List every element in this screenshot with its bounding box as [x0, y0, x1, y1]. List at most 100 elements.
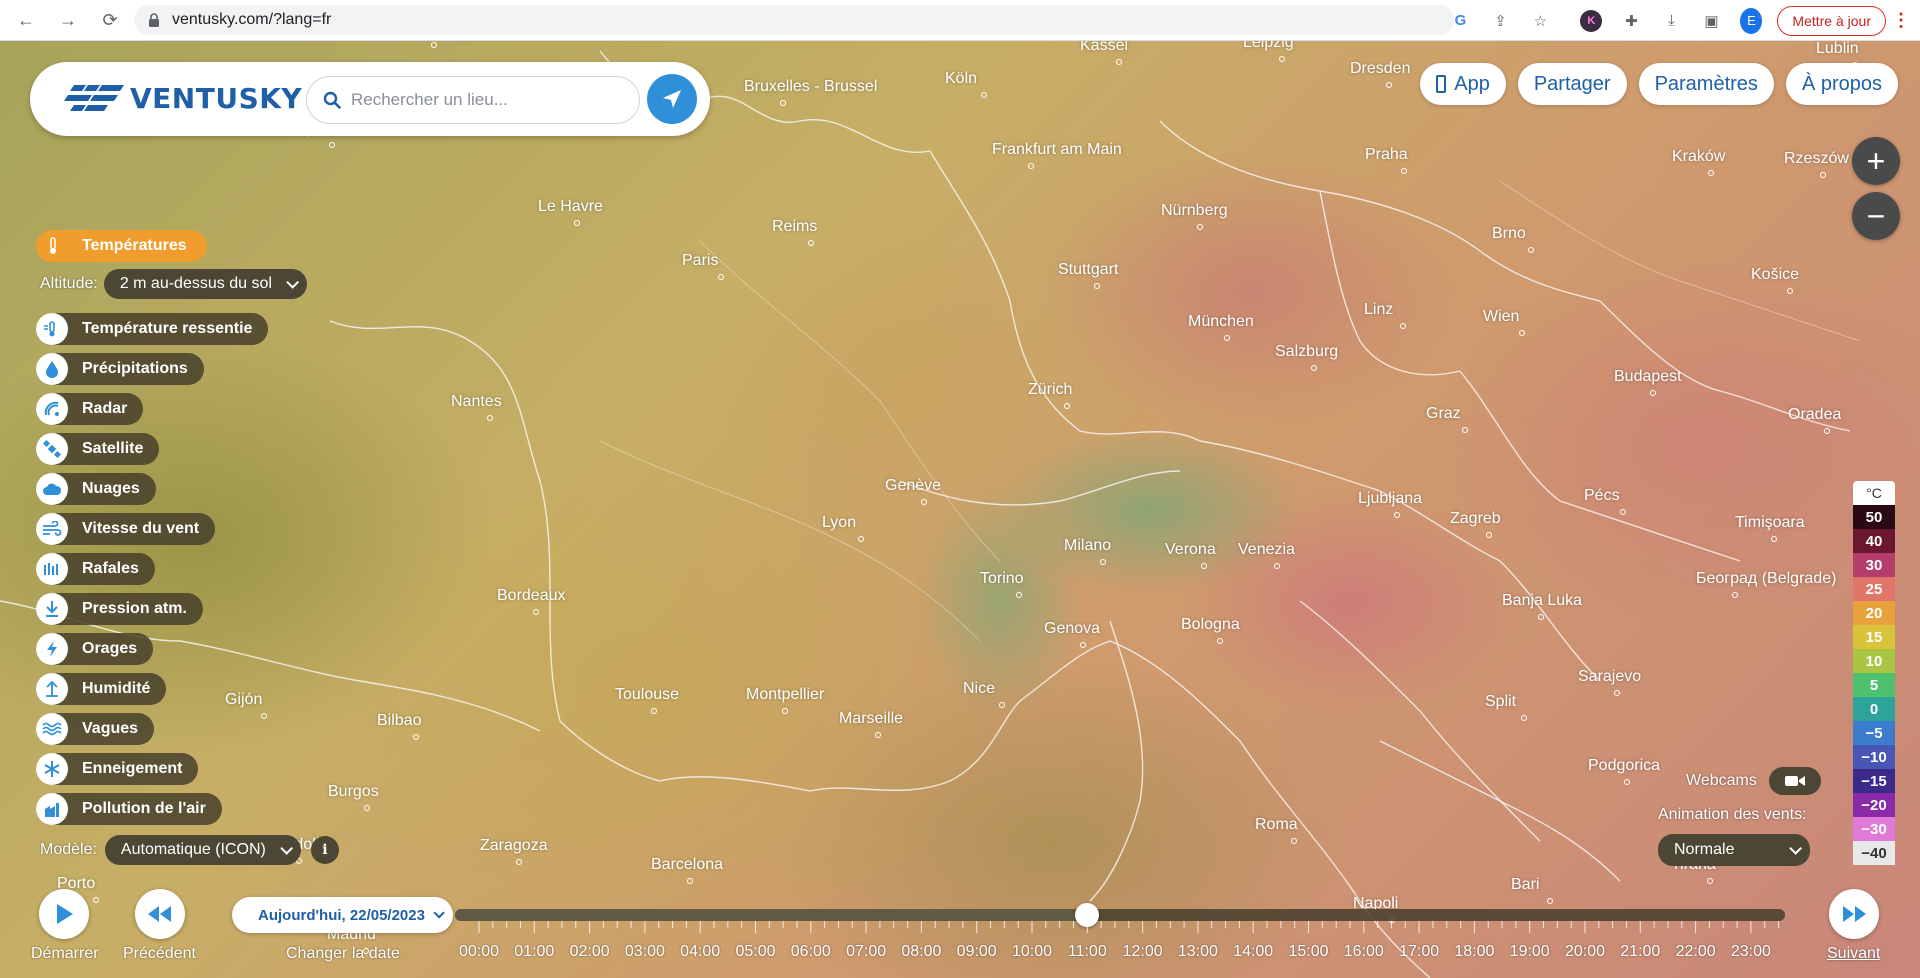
webcams-toggle[interactable]: Webcams — [1686, 767, 1821, 795]
layer-item-snowflake[interactable]: Enneigement — [36, 753, 199, 785]
city-dot — [1824, 428, 1830, 434]
city-dot — [651, 708, 657, 714]
layer-item-cloud[interactable]: Nuages — [36, 473, 156, 505]
timeline-hour-label[interactable]: 23:00 — [1731, 943, 1771, 961]
timeline-hour-label[interactable]: 17:00 — [1399, 943, 1439, 961]
model-info-button[interactable]: i — [310, 836, 339, 864]
timeline-hour-label[interactable]: 03:00 — [625, 943, 665, 961]
altitude-select[interactable]: 2 m au-dessus du sol — [103, 269, 307, 299]
city-dot — [1386, 82, 1392, 88]
layer-item-gust[interactable]: Rafales — [36, 553, 155, 585]
timeline-hour-label[interactable]: 14:00 — [1233, 943, 1273, 961]
city-dot — [1707, 878, 1713, 884]
timeline-ticks — [478, 921, 1780, 933]
timeline-hour-label[interactable]: 02:00 — [570, 943, 610, 961]
city-dot — [858, 536, 864, 542]
layer-item-factory[interactable]: Pollution de l'air — [36, 793, 222, 825]
model-select[interactable]: Automatique (ICON) — [104, 835, 301, 865]
browser-menu-icon[interactable]: ⋮ — [1892, 10, 1910, 31]
timeline-hour-label[interactable]: 05:00 — [735, 943, 775, 961]
extensions-puzzle-icon[interactable]: ✚ — [1620, 10, 1642, 32]
zoom-in-button[interactable]: + — [1852, 137, 1900, 185]
settings-button[interactable]: Paramètres — [1638, 63, 1774, 105]
side-panel-icon[interactable]: ▣ — [1700, 10, 1722, 32]
legend-step: 40 — [1853, 529, 1895, 553]
city-dot — [1538, 614, 1544, 620]
extension-k-icon[interactable]: K — [1580, 9, 1603, 32]
layer-item-waves[interactable]: Vagues — [36, 713, 155, 745]
layer-item-humidity[interactable]: Humidité — [36, 673, 167, 705]
layer-item-feels-like[interactable]: Température ressentie — [36, 313, 269, 345]
search-box[interactable] — [306, 76, 640, 124]
layer-temperatures[interactable]: Températures — [36, 230, 207, 262]
chevron-down-icon — [433, 907, 445, 919]
timeline-hour-label[interactable]: 12:00 — [1123, 943, 1163, 961]
next-button[interactable] — [1829, 889, 1879, 939]
legend-step: 5 — [1853, 673, 1895, 697]
bookmark-star-icon[interactable]: ☆ — [1529, 10, 1551, 32]
timeline-hour-label[interactable]: 04:00 — [680, 943, 720, 961]
timeline-hour-label[interactable]: 13:00 — [1178, 943, 1218, 961]
city-label: Kassel — [1080, 41, 1128, 65]
layer-item-lightning[interactable]: Orages — [36, 633, 154, 665]
top-nav: App Partager Paramètres À propos — [1420, 63, 1898, 105]
share-page-icon[interactable]: ⇪ — [1489, 10, 1511, 32]
about-button[interactable]: À propos — [1785, 63, 1898, 105]
previous-button[interactable] — [135, 889, 185, 939]
zoom-out-button[interactable]: − — [1852, 192, 1900, 240]
forward-icon[interactable]: → — [54, 6, 82, 34]
back-icon[interactable]: ← — [12, 6, 40, 34]
legend-step: 20 — [1853, 601, 1895, 625]
city-label: Wien — [1483, 308, 1525, 336]
update-button[interactable]: Mettre à jour — [1777, 5, 1886, 36]
search-input[interactable] — [351, 90, 621, 110]
wind-animation-select[interactable]: Normale — [1658, 834, 1810, 866]
layer-item-satellite[interactable]: Satellite — [36, 433, 160, 465]
timeline-hour-label[interactable]: 19:00 — [1510, 943, 1550, 961]
timeline-hour-label[interactable]: 21:00 — [1620, 943, 1660, 961]
timeline-hour-label[interactable]: 15:00 — [1288, 943, 1328, 961]
timeline-hour-label[interactable]: 00:00 — [459, 943, 499, 961]
timeline-hour-label[interactable]: 09:00 — [957, 943, 997, 961]
humidity-icon — [36, 673, 68, 705]
ventusky-logo[interactable]: VENTUSKY — [64, 82, 302, 115]
thermometer-icon — [44, 237, 62, 255]
timeline-hour-label[interactable]: 11:00 — [1068, 943, 1107, 961]
timeline-hour-label[interactable]: 07:00 — [846, 943, 886, 961]
timeline-hour-label[interactable]: 01:00 — [514, 943, 554, 961]
play-button[interactable] — [39, 889, 89, 939]
timeline-hour-label[interactable]: 10:00 — [1012, 943, 1052, 961]
profile-avatar[interactable]: E — [1740, 7, 1763, 34]
city-label: Zaragoza — [480, 837, 548, 865]
share-button[interactable]: Partager — [1517, 63, 1627, 105]
reload-icon[interactable]: ⟳ — [96, 6, 124, 34]
chevron-down-icon — [1789, 841, 1802, 855]
timeline-hour-label[interactable]: 16:00 — [1344, 943, 1384, 961]
timeline-hour-label[interactable]: 22:00 — [1676, 943, 1716, 961]
timeline-hour-label[interactable]: 20:00 — [1565, 943, 1605, 961]
app-button[interactable]: App — [1420, 63, 1506, 105]
timeline-track[interactable] — [455, 903, 1785, 927]
city-label: Venezia — [1238, 541, 1295, 569]
layer-item-pressure[interactable]: Pression atm. — [36, 593, 203, 625]
download-icon[interactable]: ⤓ — [1660, 10, 1682, 32]
pressure-icon — [36, 593, 68, 625]
layer-item-label: Orages — [82, 640, 138, 657]
locate-me-button[interactable] — [647, 74, 697, 124]
timeline-hour-label[interactable]: 06:00 — [791, 943, 831, 961]
timeline-hour-label[interactable]: 18:00 — [1454, 943, 1494, 961]
city-label: Milano — [1064, 537, 1111, 565]
webcam-button[interactable] — [1768, 767, 1821, 795]
next-label[interactable]: Suivant — [1827, 945, 1880, 963]
city-label: München — [1188, 313, 1254, 341]
timeline-hour-label[interactable]: 08:00 — [901, 943, 941, 961]
temperature-legend[interactable]: °C 50 40 30 25 20 15 10 5 0 −5 −10 −15 −20 −30 −40 — [1853, 481, 1895, 865]
layer-item-wind[interactable]: Vitesse du vent — [36, 513, 216, 545]
city-dot — [1116, 59, 1122, 65]
google-icon[interactable]: G — [1449, 10, 1471, 32]
address-bar[interactable]: ventusky.com/?lang=fr — [134, 5, 1454, 35]
layer-item-radar[interactable]: Radar — [36, 393, 144, 425]
date-picker-button[interactable]: Aujourd'hui, 22/05/2023 — [232, 897, 453, 933]
city-label: Burgos — [328, 783, 379, 811]
layer-item-drop[interactable]: Précipitations — [36, 353, 204, 385]
